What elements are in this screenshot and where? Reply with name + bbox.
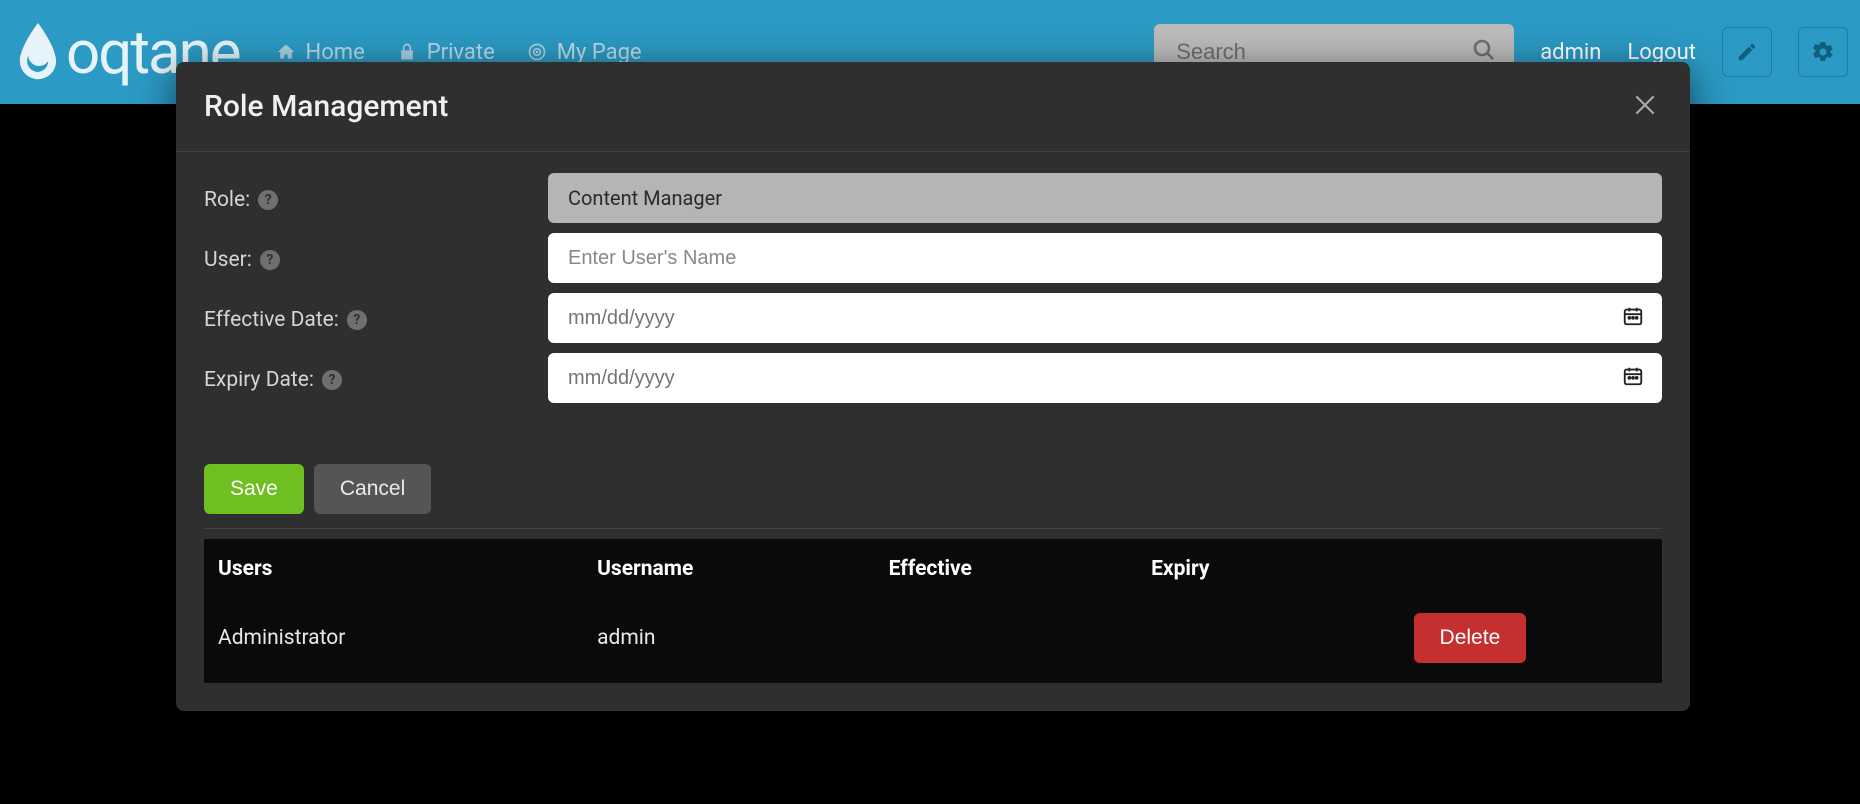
edit-button[interactable]: [1722, 27, 1772, 77]
user-link-admin[interactable]: admin: [1540, 40, 1601, 65]
target-icon: [527, 42, 547, 62]
th-users: Users: [204, 539, 583, 599]
table-row: Administrator admin Delete: [204, 599, 1662, 683]
expiry-date-input[interactable]: [548, 353, 1662, 403]
button-row: Save Cancel: [204, 464, 1662, 529]
th-expiry: Expiry: [1137, 539, 1399, 599]
form-row-user: User: ?: [204, 228, 1662, 288]
effective-date-input[interactable]: [548, 293, 1662, 343]
save-button[interactable]: Save: [204, 464, 304, 514]
modal-title: Role Management: [204, 89, 448, 124]
nav-label: Home: [306, 40, 365, 65]
lock-icon: [397, 42, 417, 62]
nav-item-home[interactable]: Home: [276, 40, 365, 65]
role-field: Content Manager: [548, 173, 1662, 223]
label-text: Effective Date:: [204, 308, 339, 332]
role-value: Content Manager: [568, 186, 722, 210]
nav-item-mypage[interactable]: My Page: [527, 40, 642, 65]
gear-icon: [1811, 40, 1835, 64]
nav-links: Home Private My Page: [276, 40, 642, 65]
close-icon: [1632, 92, 1658, 118]
nav-item-private[interactable]: Private: [397, 40, 495, 65]
cell-users: Administrator: [204, 599, 583, 683]
role-management-modal: Role Management Role: ? Content Manager …: [176, 62, 1690, 711]
calendar-icon[interactable]: [1622, 305, 1644, 331]
cell-expiry: [1137, 599, 1399, 683]
form-row-expiry: Expiry Date: ?: [204, 348, 1662, 408]
form-row-effective: Effective Date: ?: [204, 288, 1662, 348]
label-effective: Effective Date: ?: [204, 304, 536, 332]
label-role: Role: ?: [204, 184, 536, 212]
pencil-icon: [1736, 41, 1758, 63]
label-text: Role:: [204, 188, 250, 212]
calendar-icon[interactable]: [1622, 365, 1644, 391]
modal-body: Role: ? Content Manager User: ? Effectiv…: [176, 152, 1690, 711]
close-button[interactable]: [1628, 88, 1662, 125]
home-icon: [276, 42, 296, 62]
delete-button[interactable]: Delete: [1414, 613, 1527, 663]
settings-button[interactable]: [1798, 27, 1848, 77]
th-username: Username: [583, 539, 875, 599]
help-icon[interactable]: ?: [258, 190, 278, 210]
users-table: Users Username Effective Expiry Administ…: [204, 539, 1662, 683]
modal-header: Role Management: [176, 62, 1690, 152]
th-effective: Effective: [875, 539, 1137, 599]
label-user: User: ?: [204, 244, 536, 272]
help-icon[interactable]: ?: [347, 310, 367, 330]
logout-link[interactable]: Logout: [1627, 40, 1696, 65]
cancel-button[interactable]: Cancel: [314, 464, 431, 514]
form-row-role: Role: ? Content Manager: [204, 168, 1662, 228]
label-expiry: Expiry Date: ?: [204, 364, 536, 392]
help-icon[interactable]: ?: [322, 370, 342, 390]
logo-drop-icon: [16, 23, 60, 81]
label-text: Expiry Date:: [204, 368, 314, 392]
nav-label: Private: [427, 40, 495, 65]
table-header-row: Users Username Effective Expiry: [204, 539, 1662, 599]
cell-username: admin: [583, 599, 875, 683]
nav-label: My Page: [557, 40, 642, 65]
help-icon[interactable]: ?: [260, 250, 280, 270]
user-input[interactable]: [548, 233, 1662, 283]
label-text: User:: [204, 248, 252, 272]
cell-effective: [875, 599, 1137, 683]
